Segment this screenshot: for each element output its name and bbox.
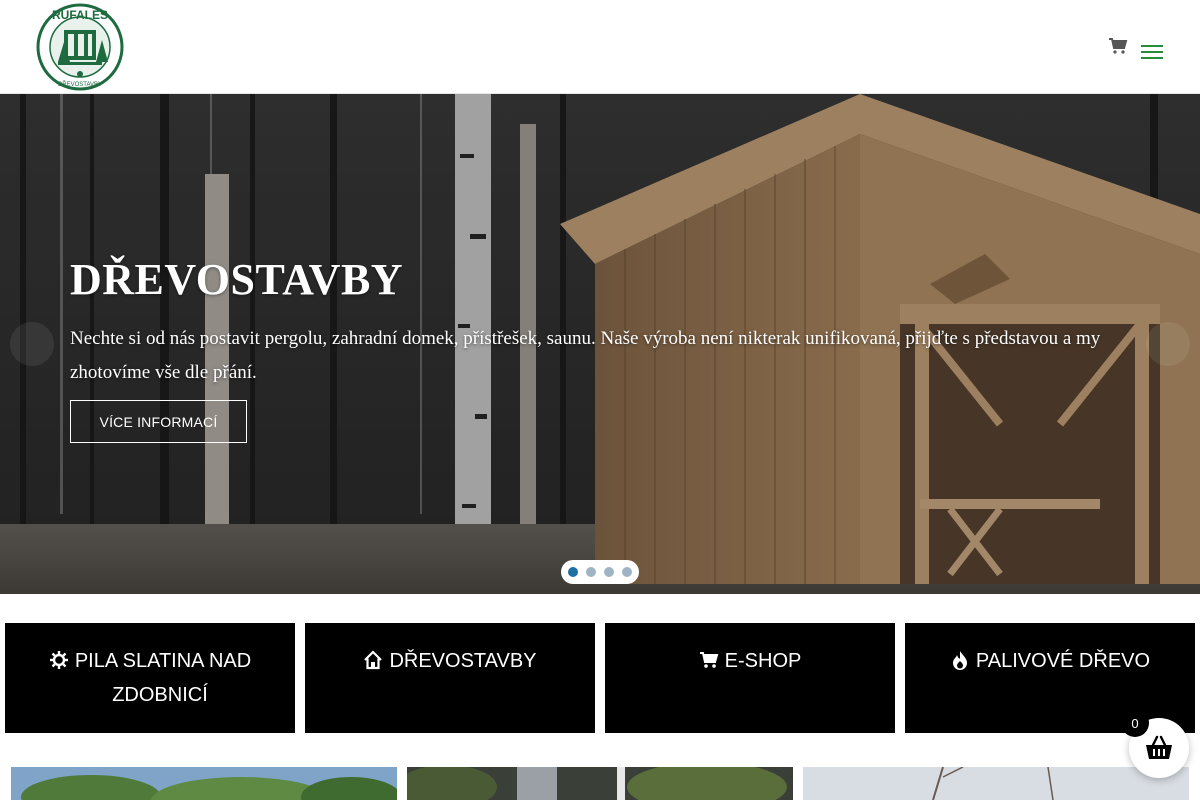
cart-icon[interactable] <box>1108 37 1128 55</box>
slider-dot-1[interactable] <box>568 567 578 577</box>
slider-dot-2[interactable] <box>586 567 596 577</box>
logo-text: RUFALES <box>52 8 108 22</box>
slider-prev-arrow[interactable] <box>10 322 54 366</box>
slider-pagination <box>561 560 639 584</box>
hero-title: DŘEVOSTAVBY <box>70 255 404 304</box>
tile-label: PALIVOVÉ DŘEVO <box>975 650 1151 672</box>
saw-blade-icon <box>49 647 69 669</box>
slider-next-arrow[interactable] <box>1146 322 1190 366</box>
tile-label-line1: PILA SLATINA NAD <box>74 650 252 672</box>
site-header: RUFALES DŘEVOSTAVBY <box>0 0 1200 94</box>
hero-slider: DŘEVOSTAVBY Nechte si od nás postavit pe… <box>0 94 1200 594</box>
gallery-image-2[interactable] <box>407 767 793 800</box>
cart-icon <box>699 647 719 668</box>
slider-dot-3[interactable] <box>604 567 614 577</box>
tile-drevostavby[interactable]: DŘEVOSTAVBY <box>305 623 595 733</box>
flame-icon <box>950 647 970 670</box>
hamburger-menu-icon[interactable] <box>1141 45 1163 61</box>
gallery-image-1[interactable] <box>11 767 397 800</box>
home-icon <box>363 647 383 670</box>
tile-label: E-SHOP <box>724 650 802 672</box>
tile-palivove-drevo[interactable]: PALIVOVÉ DŘEVO <box>905 623 1195 733</box>
site-logo[interactable]: RUFALES DŘEVOSTAVBY <box>34 2 126 92</box>
hero-description: Nechte si od nás postavit pergolu, zahra… <box>70 328 1101 383</box>
slider-dot-4[interactable] <box>622 567 632 577</box>
tile-eshop[interactable]: E-SHOP <box>605 623 895 733</box>
tile-label-line2: ZDOBNICÍ <box>112 684 208 706</box>
logo-subtext: DŘEVOSTAVBY <box>58 80 102 88</box>
basket-icon <box>1146 735 1172 759</box>
tile-label: DŘEVOSTAVBY <box>389 650 537 672</box>
tile-pila-slatina[interactable]: PILA SLATINA NAD ZDOBNICÍ <box>5 623 295 733</box>
more-info-button[interactable]: VÍCE INFORMACÍ <box>70 400 247 443</box>
gallery-image-3[interactable] <box>803 767 1189 800</box>
basket-count-badge: 0 <box>1121 709 1149 737</box>
